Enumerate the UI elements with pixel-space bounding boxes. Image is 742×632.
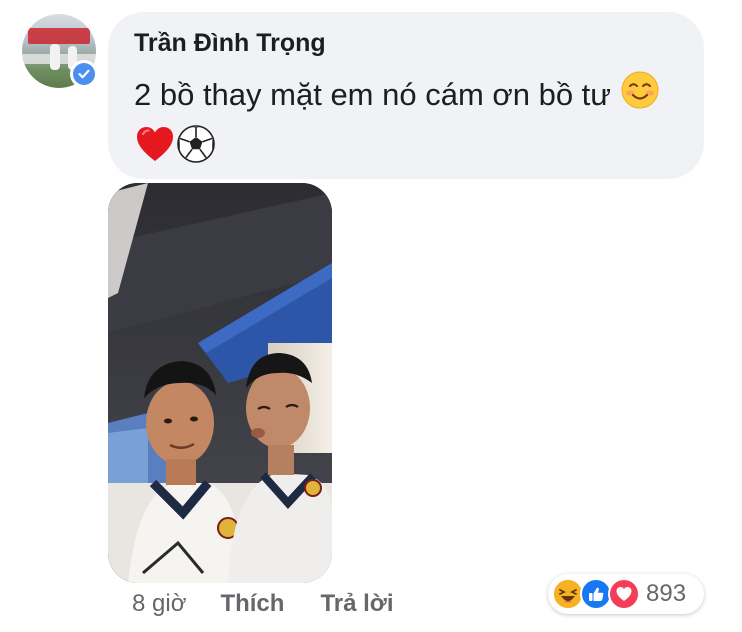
reaction-count: 893 xyxy=(646,580,687,607)
love-reaction-icon xyxy=(608,578,640,610)
avatar-banner xyxy=(28,28,90,44)
comment-text: 2 bồ thay mặt em nó cám ơn bồ tư xyxy=(134,70,694,178)
comment-bubble: Trần Đình Trọng 2 bồ thay mặt em nó cám … xyxy=(108,12,704,179)
soccer-ball-icon xyxy=(176,124,216,178)
selfie-photo-icon xyxy=(108,183,332,583)
like-button[interactable]: Thích xyxy=(220,590,284,618)
attached-photo[interactable] xyxy=(108,183,332,583)
comment-body: 2 bồ thay mặt em nó cám ơn bồ tư xyxy=(134,77,612,113)
reactions-summary[interactable]: 893 xyxy=(548,574,704,614)
reply-button[interactable]: Trả lời xyxy=(320,590,393,618)
red-heart-icon xyxy=(134,124,176,178)
avatar-figure xyxy=(50,44,60,70)
comment-author[interactable]: Trần Đình Trọng xyxy=(134,29,326,58)
verified-badge-icon xyxy=(70,60,98,88)
comment-timestamp[interactable]: 8 giờ xyxy=(132,590,186,618)
comment-actions: 8 giờ Thích Trả lời xyxy=(132,586,394,622)
smiling-face-icon xyxy=(620,70,660,124)
